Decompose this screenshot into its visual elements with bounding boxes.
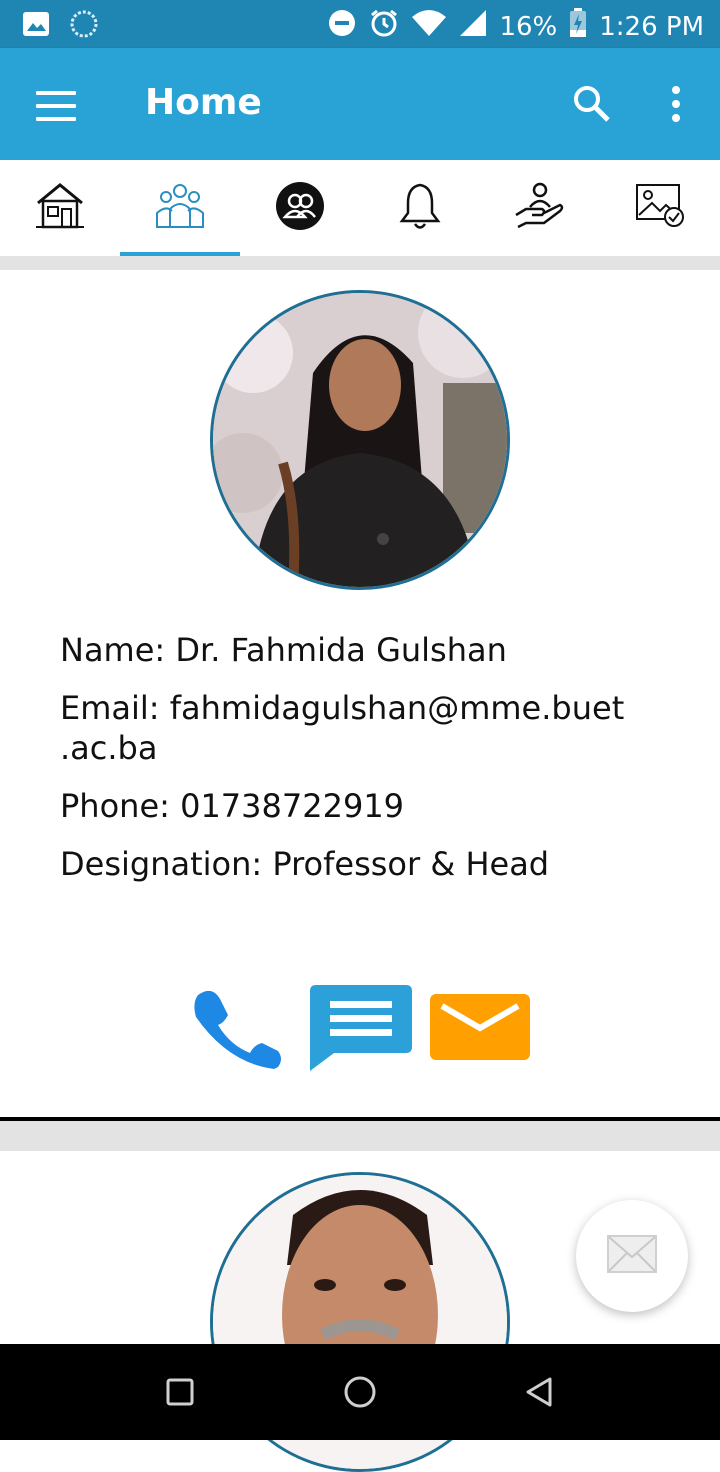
tab-bar: [0, 160, 720, 256]
profile-phone: Phone: 01738722919: [60, 787, 405, 825]
clock-text: 1:26 PM: [599, 11, 704, 42]
search-icon[interactable]: [570, 82, 614, 126]
menu-icon[interactable]: [36, 86, 76, 122]
home-circle-icon[interactable]: [343, 1375, 377, 1413]
profile-info: Name: Dr. Fahmida Gulshan Email: fahmida…: [60, 630, 660, 902]
wifi-icon: [411, 9, 447, 44]
app-bar: Home: [0, 48, 720, 160]
tab-home[interactable]: [0, 160, 120, 256]
compose-fab[interactable]: [576, 1200, 688, 1312]
battery-charging-icon: [569, 8, 587, 45]
bell-icon: [398, 181, 442, 235]
profile-designation: Designation: Professor & Head: [60, 845, 550, 883]
more-vert-icon[interactable]: [668, 84, 684, 124]
back-icon[interactable]: [524, 1376, 554, 1412]
email-icon[interactable]: [430, 994, 530, 1066]
image-icon: [22, 11, 50, 41]
section-divider: [0, 256, 720, 270]
sync-icon: [70, 10, 98, 42]
section-divider: [0, 1121, 720, 1151]
alarm-icon: [369, 8, 399, 45]
contact-actions: [190, 985, 540, 1075]
tab-groups[interactable]: [240, 160, 360, 256]
system-nav-bar: [0, 1344, 720, 1440]
recents-icon[interactable]: [166, 1378, 194, 1410]
hand-person-icon: [514, 181, 566, 235]
users-circle-icon: [275, 181, 325, 235]
tab-services[interactable]: [480, 160, 600, 256]
tab-people[interactable]: [120, 160, 240, 256]
tab-gallery[interactable]: [600, 160, 720, 256]
envelope-icon: [607, 1235, 657, 1277]
profile-email: Email: fahmidagulshan@mme.buet .ac.ba: [60, 689, 625, 767]
battery-text: 16%: [499, 11, 558, 42]
dnd-icon: [327, 8, 357, 45]
people-group-icon: [154, 181, 206, 235]
avatar: [210, 290, 510, 590]
status-bar: 16% 1:26 PM: [0, 0, 720, 48]
signal-icon: [459, 9, 487, 44]
gallery-check-icon: [634, 181, 686, 235]
message-icon[interactable]: [310, 985, 412, 1075]
profile-name: Name: Dr. Fahmida Gulshan: [60, 631, 507, 669]
phone-icon[interactable]: [190, 987, 290, 1073]
house-icon: [34, 181, 86, 235]
page-title: Home: [145, 82, 262, 123]
tab-notifications[interactable]: [360, 160, 480, 256]
